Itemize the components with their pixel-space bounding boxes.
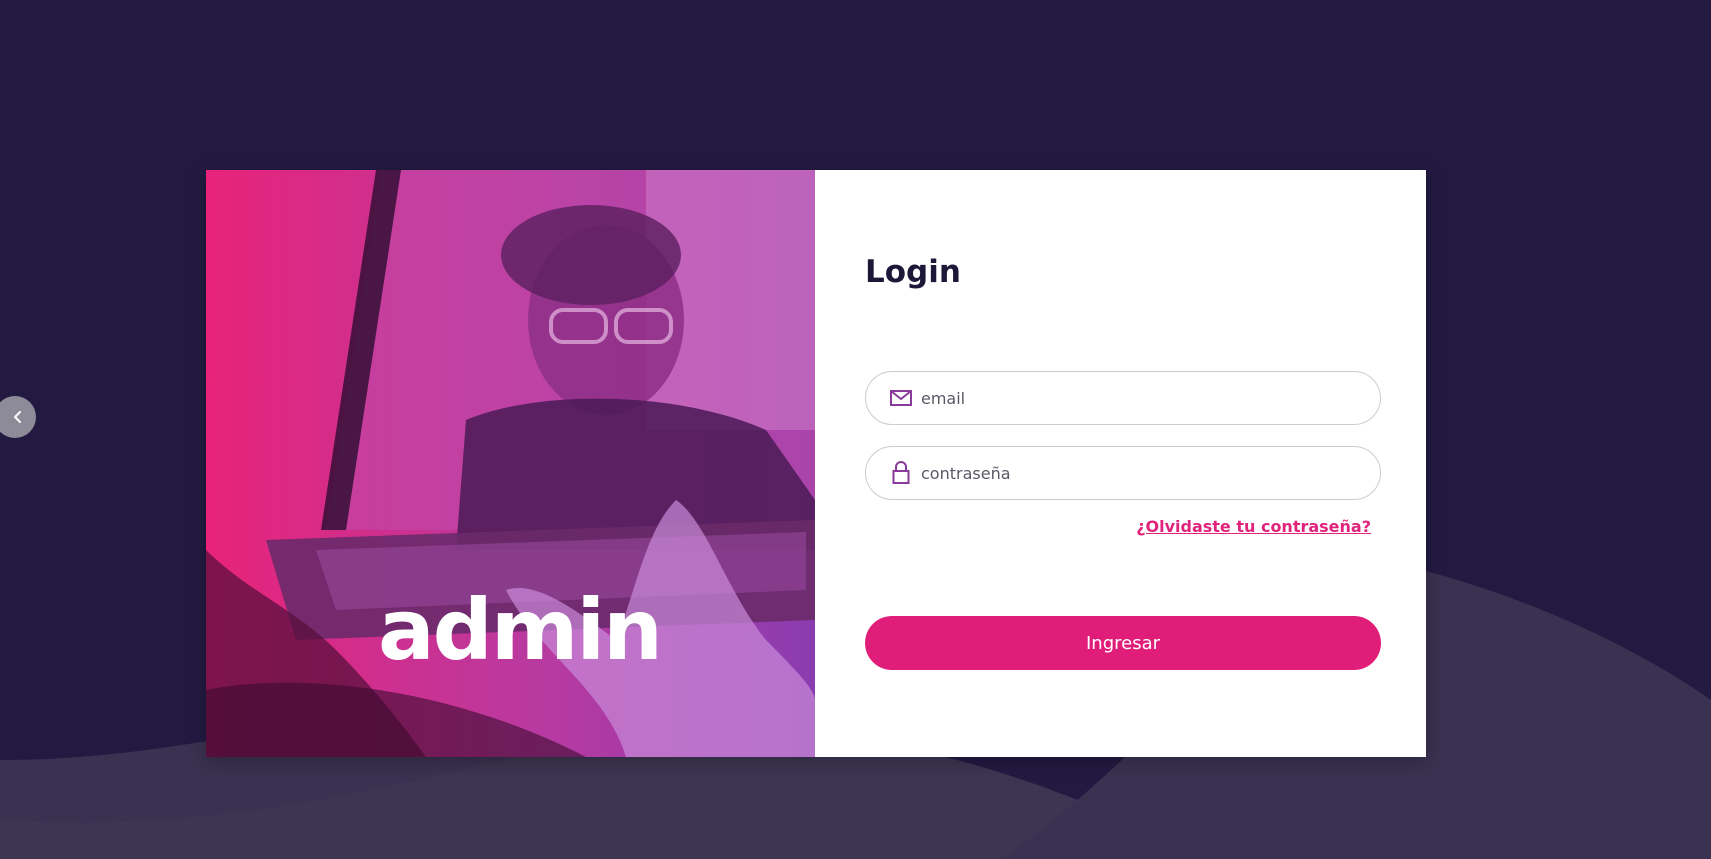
hero-image: admin	[206, 170, 815, 757]
envelope-icon	[889, 386, 913, 410]
chevron-left-icon	[14, 411, 21, 423]
lock-icon	[889, 461, 913, 485]
email-input[interactable]	[919, 387, 1363, 409]
admin-logo: admin	[378, 581, 663, 679]
login-submit-button[interactable]: Ingresar	[865, 616, 1381, 670]
login-page: admin Login email ¿Olvidaste tu contrase…	[0, 0, 1711, 859]
password-input[interactable]	[919, 462, 1363, 484]
login-form: Login ¿Olvida	[815, 170, 1426, 757]
forgot-password-link[interactable]: ¿Olvidaste tu contraseña?	[1136, 517, 1371, 536]
password-field[interactable]	[865, 446, 1381, 500]
login-title: Login	[865, 254, 961, 290]
email-field[interactable]	[865, 371, 1381, 425]
login-card: admin Login email ¿Olvidaste tu contrase…	[206, 170, 1426, 757]
